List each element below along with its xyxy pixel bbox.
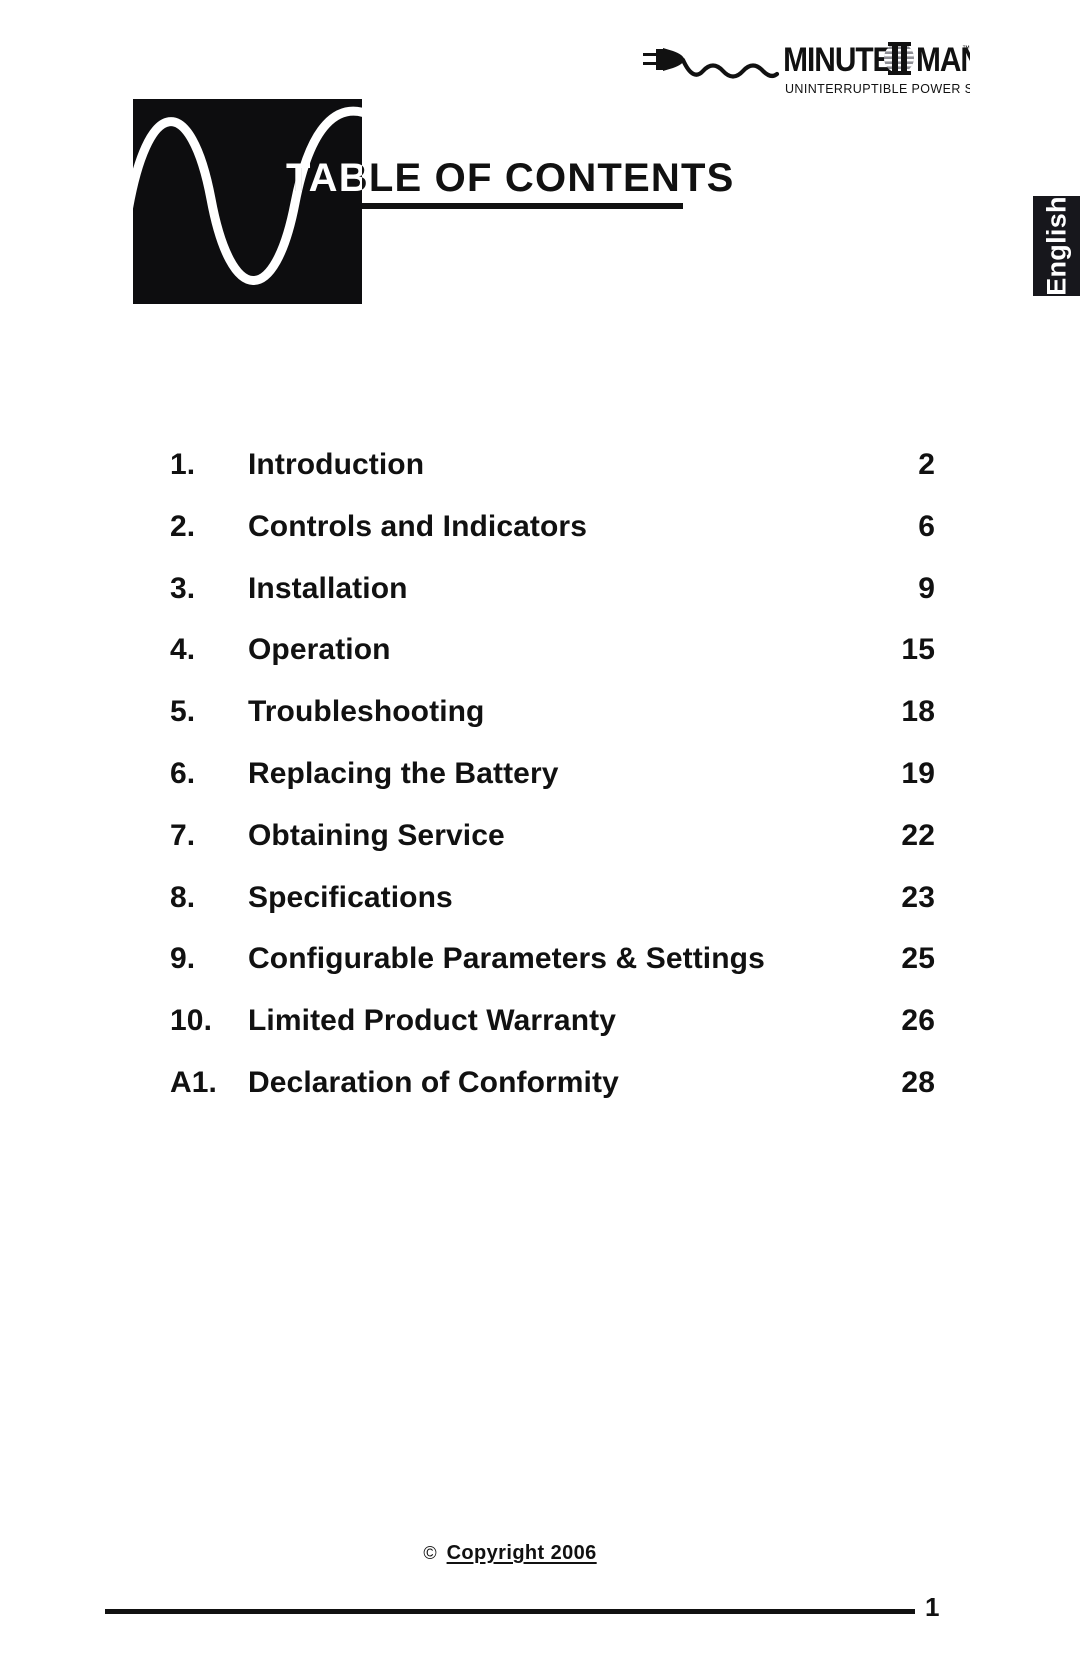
toc-entry[interactable]: 9. Configurable Parameters & Settings 25 [170, 942, 935, 1004]
toc-entry-title: Operation [248, 633, 391, 667]
toc-entry-number: 9. [170, 942, 196, 976]
toc-entry[interactable]: A1. Declaration of Conformity 28 [170, 1066, 935, 1128]
toc-entry-page: 6 [918, 509, 935, 543]
copyright-text: Copyright 2006 [446, 1542, 597, 1564]
toc-entry-title: Troubleshooting [248, 695, 485, 729]
toc-entry-page: 15 [901, 633, 935, 667]
title-underline-rule [362, 203, 683, 209]
copyright-symbol: © [423, 1543, 437, 1563]
toc-entry-number: 4. [170, 633, 196, 667]
toc-entry-page: 9 [918, 571, 935, 605]
footer-rule [105, 1609, 915, 1614]
toc-entry-number: 3. [170, 571, 196, 605]
toc-entry-number: A1. [170, 1065, 217, 1099]
toc-entry-page: 28 [901, 1065, 935, 1099]
toc-entry[interactable]: 3. Installation 9 [170, 572, 935, 634]
toc-entry[interactable]: 2. Controls and Indicators 6 [170, 510, 935, 572]
toc-entry-title: Introduction [248, 448, 425, 481]
toc-entry-page: 22 [901, 818, 935, 852]
footer-page-number: 1 [925, 1592, 940, 1622]
toc-entry-page: 2 [918, 448, 935, 481]
toc-entry-number: 7. [170, 818, 196, 852]
toc-entry-number: 2. [170, 509, 196, 543]
copyright-line: © Copyright 2006 [0, 1542, 1020, 1565]
toc-entry-title: Replacing the Battery [248, 756, 559, 790]
toc-entry-title: Limited Product Warranty [248, 1004, 616, 1038]
toc-entry[interactable]: 10. Limited Product Warranty 26 [170, 1004, 935, 1066]
brand-tagline: UNINTERRUPTIBLE POWER SUPPLIES [785, 82, 970, 96]
toc-entry-number: 10. [170, 1004, 213, 1038]
toc-entry-number: 5. [170, 695, 196, 729]
toc-entry-title: Controls and Indicators [248, 509, 587, 543]
power-plug-icon [643, 48, 684, 71]
toc-entry-title: Configurable Parameters & Settings [248, 942, 765, 976]
toc-entry[interactable]: 8. Specifications 23 [170, 881, 935, 943]
toc-entry-page: 19 [901, 756, 935, 790]
toc-entry[interactable]: 1. Introduction 2 [170, 448, 935, 510]
toc-entry-page: 26 [901, 1004, 935, 1038]
toc-entry-title: Declaration of Conformity [248, 1065, 619, 1099]
minuteman-logo: MINUTE MA ™ UNINTERRUPTIBLE POWER S [640, 38, 970, 100]
toc-entry-page: 25 [901, 942, 935, 976]
toc-entry[interactable]: 5. Troubleshooting 18 [170, 695, 935, 757]
toc-entry-title: Obtaining Service [248, 818, 505, 852]
toc-entry-title: Installation [248, 571, 408, 605]
toc-entry[interactable]: 6. Replacing the Battery 19 [170, 757, 935, 819]
page-title-group: TABLE OF CONTENTS TABLE OF CONTENTS [0, 152, 1080, 209]
toc-entry-number: 6. [170, 756, 196, 790]
language-tab-label: English [1041, 196, 1071, 296]
svg-text:™: ™ [962, 44, 970, 53]
toc-entry-number: 1. [170, 448, 196, 481]
table-of-contents: 1. Introduction 2 2. Controls and Indica… [170, 448, 935, 1128]
brand-wordmark: MINUTE MA ™ [783, 40, 970, 78]
toc-entry[interactable]: 4. Operation 15 [170, 633, 935, 695]
toc-entry-number: 8. [170, 880, 196, 914]
svg-text:MINUTE: MINUTE [783, 40, 892, 78]
toc-entry-page: 18 [901, 695, 935, 729]
toc-entry-title: Specifications [248, 880, 453, 914]
toc-entry[interactable]: 7. Obtaining Service 22 [170, 819, 935, 881]
toc-entry-page: 23 [901, 880, 935, 914]
language-tab-english[interactable]: English [1033, 196, 1080, 296]
toc-page: MINUTE MA ™ UNINTERRUPTIBLE POWER S TABL… [0, 0, 1080, 1669]
